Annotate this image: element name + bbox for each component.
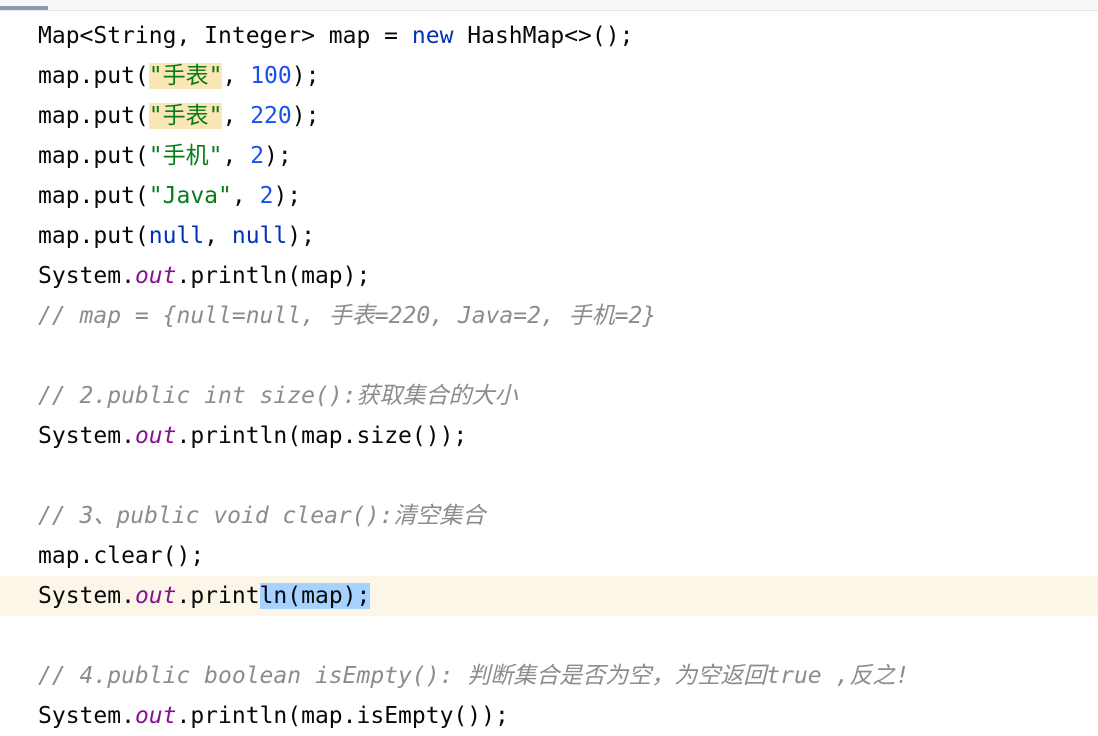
code-token: System.	[38, 583, 135, 609]
code-line-15-current[interactable]: System.out.println(map);	[0, 576, 1098, 616]
editor-tab-bar	[0, 0, 1098, 11]
code-token: );	[264, 143, 292, 169]
keyword-token: new	[411, 23, 454, 49]
code-line-10[interactable]: // 2.public int size():获取集合的大小	[0, 376, 1098, 416]
code-token: );	[291, 63, 320, 89]
code-token: HashMap<>();	[453, 23, 634, 49]
code-line-17[interactable]: // 4.public boolean isEmpty(): 判断集合是否为空，…	[0, 656, 1098, 696]
code-token: .println(map);	[176, 263, 371, 289]
code-line-8[interactable]: // map = {null=null, 手表=220, Java=2, 手机=…	[0, 296, 1098, 336]
code-token: map.clear();	[38, 543, 205, 569]
code-token: System.	[38, 263, 135, 289]
number-literal: 100	[250, 63, 292, 89]
number-literal: 220	[250, 103, 292, 129]
code-token: .print	[176, 583, 260, 609]
code-token: System.	[38, 423, 135, 449]
code-line-2[interactable]: map.put("手表", 100);	[0, 56, 1098, 96]
code-token: .println(map.size());	[176, 423, 468, 449]
code-editor[interactable]: Map<String, Integer> map = new HashMap<>…	[0, 16, 1098, 735]
code-token: map.put(	[38, 183, 149, 209]
code-token: ,	[231, 183, 260, 209]
string-literal-highlighted: "手表"	[148, 63, 223, 89]
code-token: );	[287, 223, 315, 249]
code-line-3[interactable]: map.put("手表", 220);	[0, 96, 1098, 136]
code-line-18[interactable]: System.out.println(map.isEmpty());	[0, 696, 1098, 736]
string-literal: "手机"	[148, 143, 223, 169]
code-line-11[interactable]: System.out.println(map.size());	[0, 416, 1098, 456]
comment-token: // map = {null=null, 手表=220, Java=2, 手机=…	[38, 303, 657, 329]
code-line-6[interactable]: map.put(null, null);	[0, 216, 1098, 256]
active-tab-indicator[interactable]	[0, 6, 48, 10]
keyword-token: null	[231, 223, 288, 249]
code-token: map.put(	[38, 63, 149, 89]
number-literal: 2	[250, 143, 265, 169]
number-literal: 2	[259, 183, 274, 209]
code-token: map.put(	[38, 143, 149, 169]
code-token: );	[291, 103, 320, 129]
code-token: map.put(	[38, 223, 149, 249]
code-token: ,	[222, 143, 251, 169]
static-field-token: out	[134, 703, 177, 729]
comment-token: // 2.public int size():获取集合的大小	[38, 383, 518, 409]
static-field-token: out	[134, 583, 177, 609]
code-line-7[interactable]: System.out.println(map);	[0, 256, 1098, 296]
comment-token: // 4.public boolean isEmpty(): 判断集合是否为空，…	[38, 663, 910, 689]
code-token: .println(map.isEmpty());	[176, 703, 509, 729]
static-field-token: out	[134, 263, 177, 289]
string-literal-highlighted: "手表"	[148, 103, 223, 129]
code-token: ,	[204, 223, 232, 249]
code-token: Map<String, Integer> map =	[38, 23, 412, 49]
code-line-blank[interactable]	[0, 336, 1098, 376]
code-line-4[interactable]: map.put("手机", 2);	[0, 136, 1098, 176]
code-line-1[interactable]: Map<String, Integer> map = new HashMap<>…	[0, 16, 1098, 56]
text-selection[interactable]: ln(map);	[259, 583, 371, 609]
code-token: ,	[222, 103, 251, 129]
static-field-token: out	[134, 423, 177, 449]
code-line-blank[interactable]	[0, 616, 1098, 656]
keyword-token: null	[148, 223, 205, 249]
code-line-blank[interactable]	[0, 456, 1098, 496]
string-literal: "Java"	[148, 183, 232, 209]
code-line-5[interactable]: map.put("Java", 2);	[0, 176, 1098, 216]
code-token: );	[273, 183, 302, 209]
code-token: map.put(	[38, 103, 149, 129]
code-token: System.	[38, 703, 135, 729]
code-token: ,	[222, 63, 251, 89]
code-line-14[interactable]: map.clear();	[0, 536, 1098, 576]
code-line-13[interactable]: // 3、public void clear():清空集合	[0, 496, 1098, 536]
comment-token: // 3、public void clear():清空集合	[38, 503, 486, 529]
